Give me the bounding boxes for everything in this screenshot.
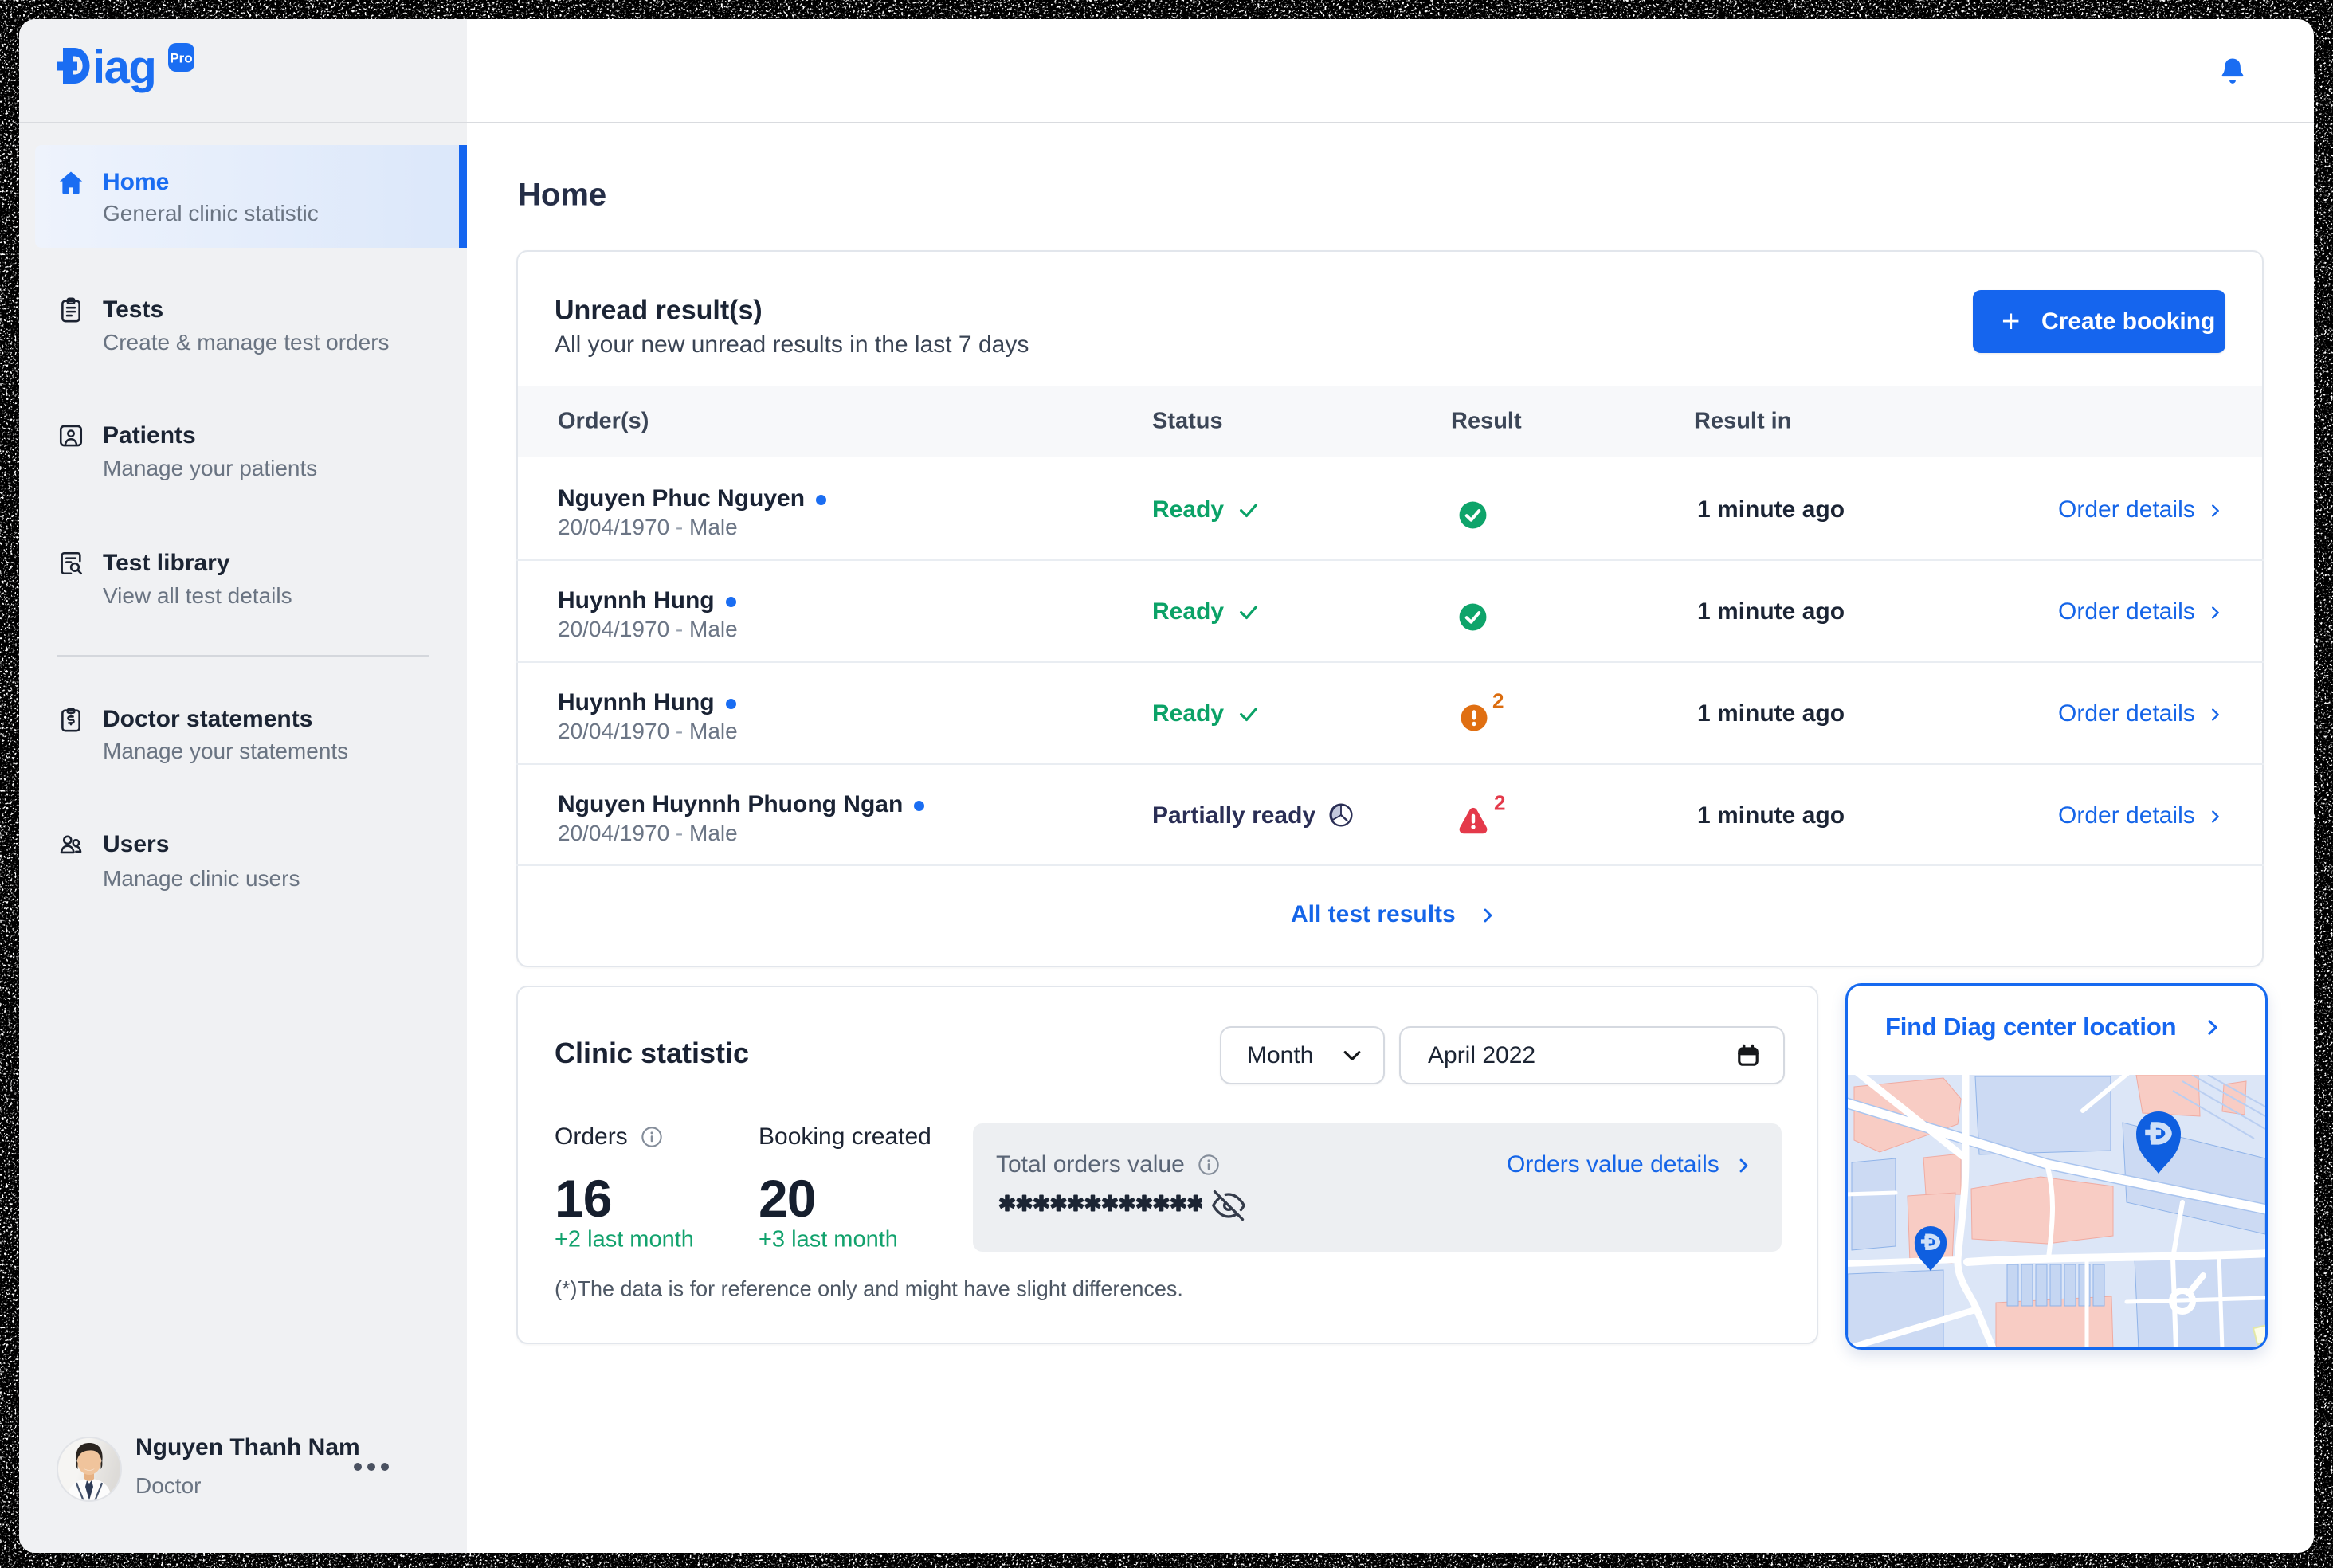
svg-text:iag: iag bbox=[92, 43, 155, 93]
svg-text:Pro: Pro bbox=[170, 51, 192, 66]
